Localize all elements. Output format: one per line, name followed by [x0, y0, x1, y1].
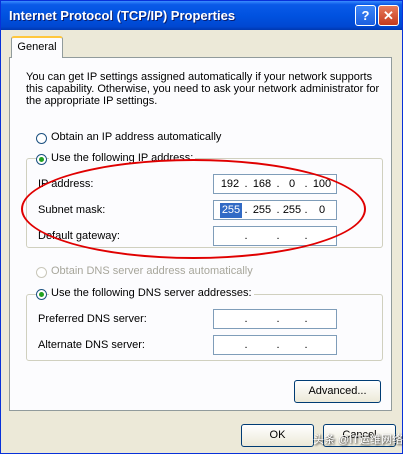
window-title: Internet Protocol (TCP/IP) Properties	[9, 8, 236, 23]
default-gateway-label: Default gateway:	[38, 230, 120, 242]
use-following-ip-label[interactable]: Use the following IP address:	[49, 152, 196, 164]
use-following-ip-radio[interactable]	[36, 154, 47, 165]
subnet-octet-2: 255	[252, 204, 272, 216]
preferred-dns-label: Preferred DNS server:	[38, 313, 147, 325]
intro-line-3: the appropriate IP settings.	[26, 95, 158, 107]
ip-octet-1: 192	[220, 178, 240, 190]
obtain-dns-auto-radio[interactable]	[36, 267, 47, 278]
ip-address-input[interactable]: 192 . 168 . 0 . 100	[213, 174, 337, 194]
ip-octet-3: 0	[288, 178, 296, 190]
alternate-dns-label: Alternate DNS server:	[38, 339, 145, 351]
intro-line-2: this capability. Otherwise, you need to …	[26, 83, 380, 95]
watermark: 头条 @IT运维网络	[313, 434, 403, 446]
subnet-mask-input[interactable]: 255 . 255 . 255 . 0	[213, 200, 337, 220]
dialog-window: Internet Protocol (TCP/IP) Properties ? …	[0, 0, 403, 454]
ok-button[interactable]: OK	[241, 424, 314, 447]
close-button[interactable]: ✕	[378, 5, 399, 26]
advanced-button[interactable]: Advanced...	[294, 380, 381, 403]
subnet-octet-3: 255	[282, 204, 302, 216]
intro-line-1: You can get IP settings assigned automat…	[26, 71, 373, 83]
use-following-dns-radio[interactable]	[36, 289, 47, 300]
obtain-dns-auto-label[interactable]: Obtain DNS server address automatically	[51, 265, 253, 277]
obtain-ip-auto-label[interactable]: Obtain an IP address automatically	[51, 131, 221, 143]
general-panel: You can get IP settings assigned automat…	[9, 57, 392, 411]
preferred-dns-input[interactable]: . . .	[213, 309, 337, 329]
tab-general[interactable]: General	[11, 36, 63, 58]
alternate-dns-input[interactable]: . . .	[213, 335, 337, 355]
use-following-dns-label[interactable]: Use the following DNS server addresses:	[49, 287, 254, 299]
obtain-ip-auto-radio[interactable]	[36, 133, 47, 144]
subnet-octet-4: 0	[318, 204, 326, 216]
default-gateway-input[interactable]: . . .	[213, 226, 337, 246]
subnet-octet-1: 255	[220, 203, 242, 218]
help-button[interactable]: ?	[355, 5, 376, 26]
ip-octet-2: 168	[252, 178, 272, 190]
subnet-mask-label: Subnet mask:	[38, 204, 106, 216]
title-bar[interactable]: Internet Protocol (TCP/IP) Properties ? …	[1, 1, 402, 30]
ip-address-label: IP address:	[38, 178, 94, 190]
ip-octet-4: 100	[312, 178, 332, 190]
